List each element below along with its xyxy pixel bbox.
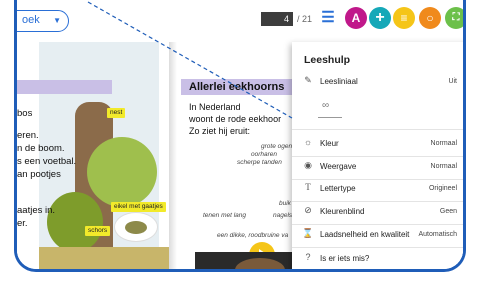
page-title: Allerlei eekhoorns	[189, 81, 285, 93]
search-icon[interactable]: ○	[419, 7, 441, 29]
diagram-label: een dikke, roodbruine va	[217, 232, 289, 239]
diagram-label: nagels	[273, 212, 293, 219]
diagram-label: oorharen	[251, 151, 278, 158]
row-label: Kleurenblind	[320, 207, 365, 216]
chevron-down-icon: ▼	[463, 208, 466, 214]
row-value: Normaal	[430, 140, 457, 147]
eye-icon: ◉	[304, 160, 312, 170]
row-value: Automatisch	[418, 231, 457, 238]
chevron-down-icon: ▼	[463, 231, 466, 237]
row-value: Origineel	[428, 185, 457, 192]
left-text-line: eren.	[17, 130, 39, 141]
divider	[292, 247, 463, 248]
eye-slash-icon: ⊘	[304, 205, 312, 215]
diagram-label: grote ogen	[261, 143, 293, 150]
row-label: Laadsnelheid en kwaliteit	[320, 230, 410, 239]
row-label: Leesliniaal	[320, 77, 358, 86]
page-total: / 21	[297, 14, 313, 24]
left-text-line: an pootjes	[17, 169, 61, 180]
glasses-underline	[318, 117, 342, 118]
notes-icon[interactable]: ≡	[393, 7, 415, 29]
row-label: Weergave	[320, 162, 357, 171]
foliage-illustration	[87, 137, 157, 207]
left-text-line: bos	[17, 108, 33, 119]
fullscreen-icon[interactable]: ⛶	[445, 7, 463, 29]
report-issue-row[interactable]: ? Is er iets mis? ▼	[292, 249, 466, 269]
text-type-icon: T	[305, 182, 311, 192]
left-text-line: s een voetbal.	[17, 156, 77, 167]
left-page-band	[17, 80, 112, 94]
load-quality-row[interactable]: ⌛ Laadsnelheid en kwaliteit Automatisch …	[292, 225, 466, 245]
row-label: Kleur	[320, 139, 339, 148]
chevron-down-icon: ▼	[463, 185, 466, 191]
chevron-down-icon: ▼	[463, 163, 466, 169]
label-tag: eikel met gaatjes	[111, 202, 166, 212]
row-value: Uit	[448, 78, 457, 85]
chevron-down-icon: ▼	[463, 140, 466, 146]
text-style-icon[interactable]: A	[345, 7, 367, 29]
app-frame: oek ▼ 4 / 21 ☰ A + ≡ ○ ⛶ bos eren. n de …	[14, 0, 466, 272]
label-tag: nest	[107, 108, 126, 118]
font-row[interactable]: T Lettertype Origineel ▼	[292, 179, 466, 199]
reading-help-panel: Leeshulp × ✎ Leesliniaal Uit ▲ ∞ ☼ Kleur…	[292, 42, 466, 269]
panel-title: Leeshulp	[304, 54, 351, 66]
glasses-icon[interactable]: ∞	[322, 100, 329, 111]
colorblind-row[interactable]: ⊘ Kleurenblind Geen ▼	[292, 202, 466, 222]
add-icon[interactable]: +	[369, 7, 391, 29]
left-text-line: aatjes in.	[17, 205, 56, 216]
page-number-input[interactable]: 4	[261, 12, 293, 26]
diagram-label: tenen met lang	[203, 212, 247, 219]
left-text-line: er.	[17, 218, 28, 229]
foliage-illustration	[47, 192, 103, 252]
left-text-line: n de boom.	[17, 143, 65, 154]
pencil-icon: ✎	[304, 75, 312, 85]
squirrel-photo	[195, 252, 295, 269]
row-value: Normaal	[430, 163, 457, 170]
sun-icon: ☼	[303, 137, 313, 147]
diagram-label: scherpe tanden	[237, 159, 282, 166]
diagram-label: buik	[279, 200, 291, 207]
left-page: bos eren. n de boom. s een voetbal. an p…	[17, 42, 169, 269]
chevron-down-icon: ▼	[53, 16, 61, 25]
row-label: Is er iets mis?	[320, 254, 370, 263]
book-select-label: oek	[22, 14, 40, 26]
chevron-up-icon: ▲	[463, 78, 466, 84]
row-value: Geen	[439, 208, 457, 215]
divider	[292, 129, 463, 130]
question-icon: ?	[305, 252, 311, 262]
chevron-down-icon: ▼	[463, 255, 466, 261]
label-tag: schors	[85, 226, 111, 236]
row-label: Lettertype	[320, 184, 356, 193]
right-text-line: In Nederland	[189, 102, 241, 112]
right-text-line: woont de rode eekhoor	[189, 114, 282, 124]
list-icon[interactable]: ☰	[317, 7, 339, 29]
top-toolbar: oek ▼ 4 / 21 ☰ A + ≡ ○ ⛶	[17, 0, 463, 40]
page-gutter	[169, 42, 177, 269]
ground-illustration	[39, 247, 169, 269]
book-select-button[interactable]: oek ▼	[17, 10, 69, 32]
egg-illustration	[114, 212, 158, 242]
color-row[interactable]: ☼ Kleur Normaal ▼	[292, 134, 466, 154]
hourglass-icon: ⌛	[302, 228, 314, 238]
display-row[interactable]: ◉ Weergave Normaal ▼	[292, 157, 466, 177]
right-text-line: Zo ziet hij eruit:	[189, 126, 251, 136]
reading-ruler-row[interactable]: ✎ Leesliniaal Uit ▲	[292, 72, 466, 92]
